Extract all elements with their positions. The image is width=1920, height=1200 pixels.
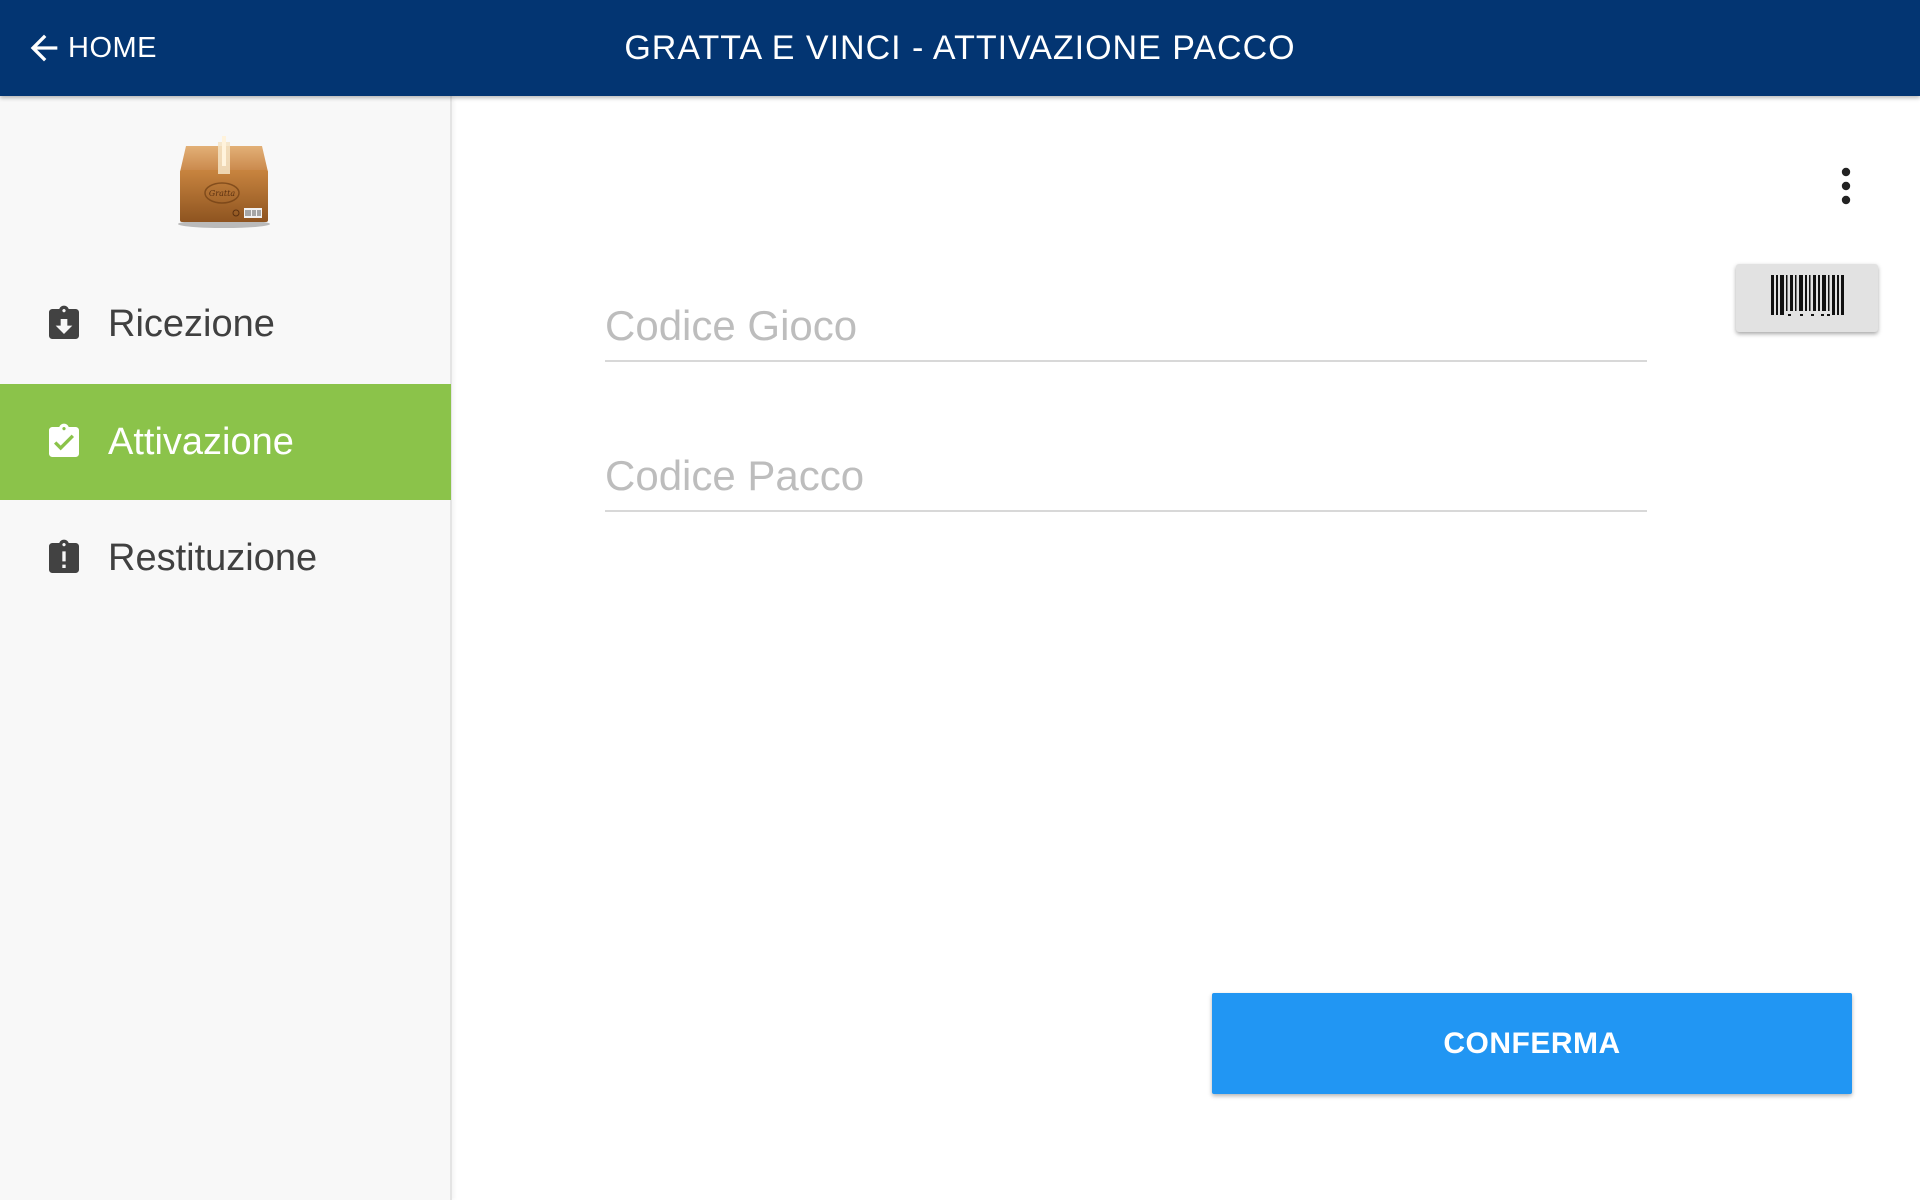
sidebar-item-attivazione[interactable]: Attivazione — [0, 384, 451, 500]
top-app-bar: HOME GRATTA E VINCI - ATTIVAZIONE PACCO — [0, 0, 1920, 96]
sidebar-item-label: Restituzione — [108, 536, 318, 579]
sidebar-item-restituzione[interactable]: Restituzione — [0, 500, 451, 616]
sidebar-item-ricezione[interactable]: Ricezione — [0, 266, 451, 382]
sidebar: Gratta Ricezione Attivazione Restituzion… — [0, 96, 452, 1200]
barcode-icon — [1771, 275, 1844, 316]
sidebar-item-label: Ricezione — [108, 302, 275, 345]
home-label: HOME — [68, 31, 157, 64]
clipboard-check-icon — [49, 423, 79, 457]
confirm-button[interactable]: CONFERMA — [1212, 993, 1852, 1094]
barcode-scan-button[interactable] — [1736, 264, 1878, 332]
more-vert-icon — [1841, 167, 1851, 205]
arrow-back-icon — [30, 34, 58, 62]
sidebar-item-label: Attivazione — [108, 420, 294, 463]
logo-text: Gratta — [209, 189, 235, 198]
clipboard-alert-icon — [49, 539, 79, 573]
codice-pacco-field — [605, 440, 1647, 512]
package-box-icon: Gratta — [178, 136, 270, 228]
page-title: GRATTA E VINCI - ATTIVAZIONE PACCO — [624, 29, 1296, 67]
codice-pacco-input[interactable] — [605, 452, 1647, 500]
overflow-menu-button[interactable] — [1824, 160, 1868, 212]
home-back-button[interactable]: HOME — [24, 0, 157, 96]
codice-gioco-input[interactable] — [605, 302, 1647, 350]
codice-gioco-field — [605, 290, 1647, 362]
clipboard-arrow-down-icon — [49, 305, 79, 339]
